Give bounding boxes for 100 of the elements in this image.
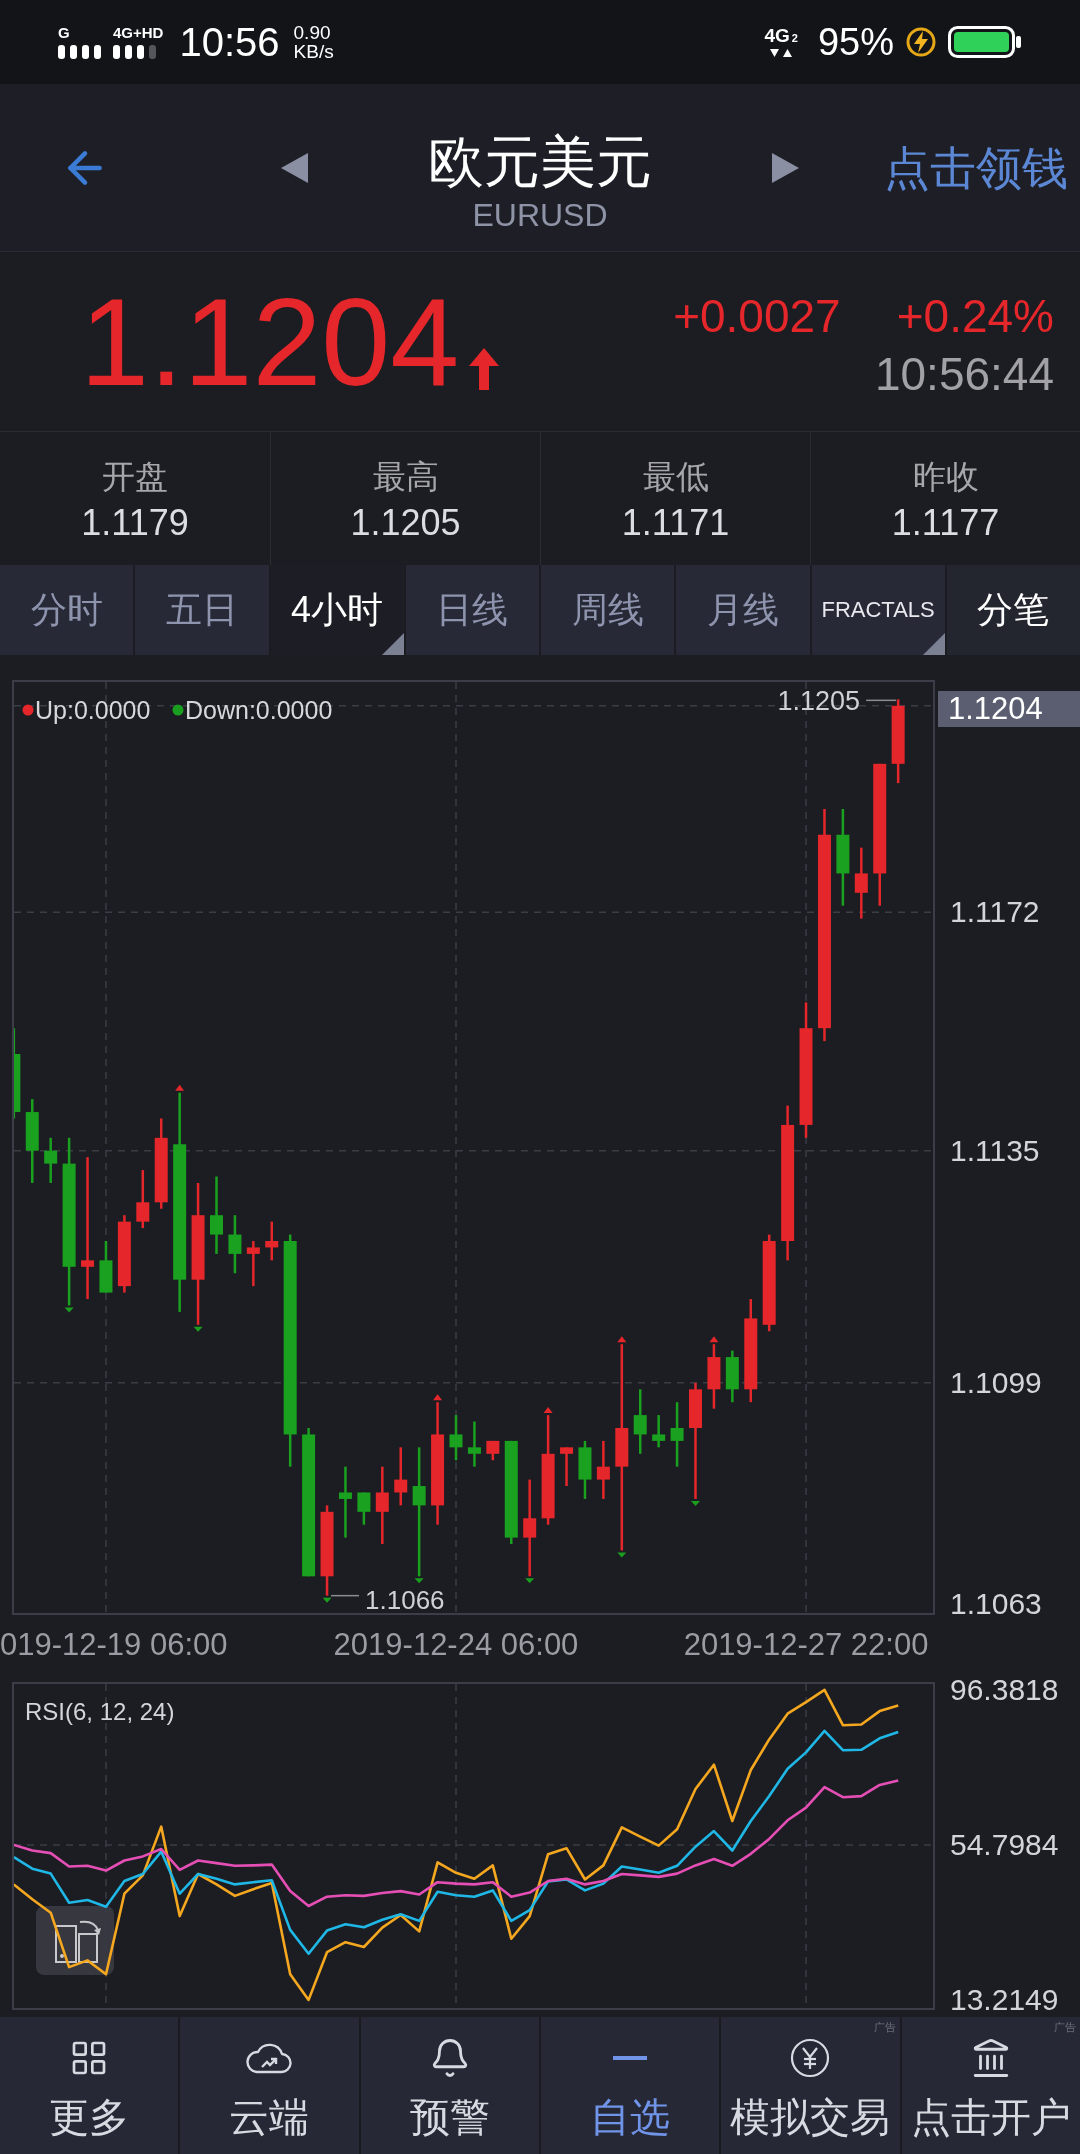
down-marker-icon — [322, 1597, 332, 1603]
price-axis-label: 1.1099 — [950, 1364, 1042, 1401]
indicator-tab[interactable]: FRACTALS — [811, 565, 945, 655]
last-price-tag: 1.1204 — [938, 691, 1080, 727]
up-marker-icon — [617, 1336, 627, 1343]
candle — [854, 847, 868, 919]
stat-value: 1.1179 — [81, 501, 189, 545]
candle — [99, 1241, 113, 1293]
stat-label: 最高 — [372, 457, 439, 497]
last-price: 1.1204 — [80, 279, 460, 404]
up-marker-icon — [543, 1407, 553, 1414]
nav-item[interactable]: 云端 — [180, 2017, 359, 2154]
stat-label: 昨收 — [912, 457, 979, 497]
nav-item[interactable]: 预警 — [360, 2017, 539, 2154]
sim-slot-label: 2 — [791, 32, 798, 44]
leader-line — [865, 699, 897, 702]
nav-item[interactable]: 自选 — [541, 2017, 720, 2154]
candle — [338, 1466, 352, 1538]
pair-title: 欧元美元 — [428, 130, 652, 193]
next-pair-button[interactable] — [772, 152, 799, 183]
rsi-axis-label: 54.7984 — [950, 1826, 1059, 1863]
stat-value: 1.1205 — [350, 501, 461, 545]
stat-value: 1.1177 — [891, 501, 1000, 545]
nav-label: 更多 — [49, 2094, 130, 2140]
down-marker-icon — [691, 1500, 700, 1506]
indicator-title: RSI(6, 12, 24) — [25, 1698, 175, 1725]
candle — [394, 1447, 408, 1506]
stat-label: 最低 — [642, 457, 709, 497]
down-marker-icon — [193, 1326, 203, 1332]
period-tab[interactable]: 日线 — [405, 565, 539, 655]
battery-percent: 95% — [817, 21, 894, 63]
promo-link[interactable]: 点击领钱 — [884, 141, 1068, 194]
speed-unit: KB/s — [293, 42, 334, 61]
candle — [486, 1440, 500, 1461]
high-price-label: 1.1205 — [777, 686, 861, 717]
left-triangle-icon — [281, 152, 308, 183]
down-marker-icon — [617, 1552, 627, 1558]
candle — [467, 1421, 481, 1467]
signal-bars-icon — [113, 45, 156, 59]
rsi-axis-label: 96.3818 — [950, 1671, 1059, 1708]
up-marker-icon — [433, 1394, 443, 1401]
legend-label: Up:0.0000 — [35, 696, 151, 724]
leader-line — [330, 1594, 360, 1597]
previous-pair-button[interactable] — [281, 152, 308, 183]
candle — [707, 1344, 721, 1409]
layout-switch-button[interactable] — [36, 1906, 114, 1975]
down-marker-icon — [525, 1578, 535, 1584]
time-axis-label: 2019-12-24 06:00 — [333, 1627, 579, 1663]
candle — [560, 1447, 574, 1487]
price-change: +0.0027 — [673, 290, 841, 341]
ad-tag: 广告 — [873, 2021, 896, 2033]
right-triangle-icon — [772, 152, 799, 183]
period-tab[interactable]: 分时 — [0, 565, 134, 655]
price-axis-label: 1.1135 — [950, 1132, 1040, 1169]
nav-item[interactable]: 更多 — [0, 2017, 179, 2154]
data-arrows-icon — [770, 48, 793, 58]
candle — [246, 1241, 260, 1287]
candle — [357, 1492, 371, 1525]
candle — [265, 1221, 279, 1261]
period-tab[interactable]: 五日 — [135, 565, 269, 655]
candle — [670, 1402, 684, 1467]
candle — [633, 1389, 647, 1454]
time-axis-label: 019-12-19 06:00 — [0, 1627, 228, 1663]
candle — [596, 1440, 610, 1499]
nav-label: 云端 — [229, 2094, 310, 2140]
candle — [652, 1415, 666, 1448]
nav-label: 自选 — [590, 2094, 671, 2140]
up-marker-icon — [709, 1336, 719, 1343]
ad-tag: 广告 — [1054, 2021, 1076, 2033]
status-time: 10:56 — [179, 20, 280, 64]
down-marker-icon — [414, 1578, 424, 1584]
pair-symbol: EURUSD — [472, 196, 608, 233]
down-marker-icon — [64, 1307, 74, 1313]
candle — [725, 1350, 739, 1403]
percent-change: +0.24% — [896, 290, 1054, 341]
candle — [578, 1440, 592, 1499]
network-speed: 0.90 — [293, 23, 331, 42]
period-tab[interactable]: 月线 — [676, 565, 810, 655]
price-axis-label: 1.1063 — [950, 1586, 1042, 1622]
action-tab[interactable]: 分笔 — [946, 565, 1080, 655]
stat-value: 1.1171 — [621, 501, 730, 545]
dash-icon — [613, 2056, 648, 2060]
time-axis-label: 2019-12-27 22:00 — [683, 1627, 929, 1663]
signal-bars-icon — [58, 45, 101, 59]
stat-label: 开盘 — [102, 457, 168, 497]
network-type-label: 4G+HD — [113, 25, 164, 41]
nav-label: 预警 — [409, 2094, 490, 2140]
quote-time: 10:56:44 — [874, 348, 1054, 399]
period-tab[interactable]: 周线 — [541, 565, 675, 655]
candle — [44, 1137, 58, 1183]
candle — [136, 1170, 150, 1229]
up-marker-icon — [175, 1084, 185, 1091]
candle — [228, 1215, 242, 1274]
network-type-label: 4G — [764, 26, 790, 46]
network-type-label: G — [58, 25, 70, 41]
nav-label: 模拟交易 — [730, 2094, 891, 2140]
candle — [449, 1415, 463, 1461]
battery-icon — [948, 26, 1022, 58]
price-axis-label: 1.1172 — [950, 894, 1040, 931]
rsi-axis-label: 13.2149 — [950, 1981, 1059, 2018]
